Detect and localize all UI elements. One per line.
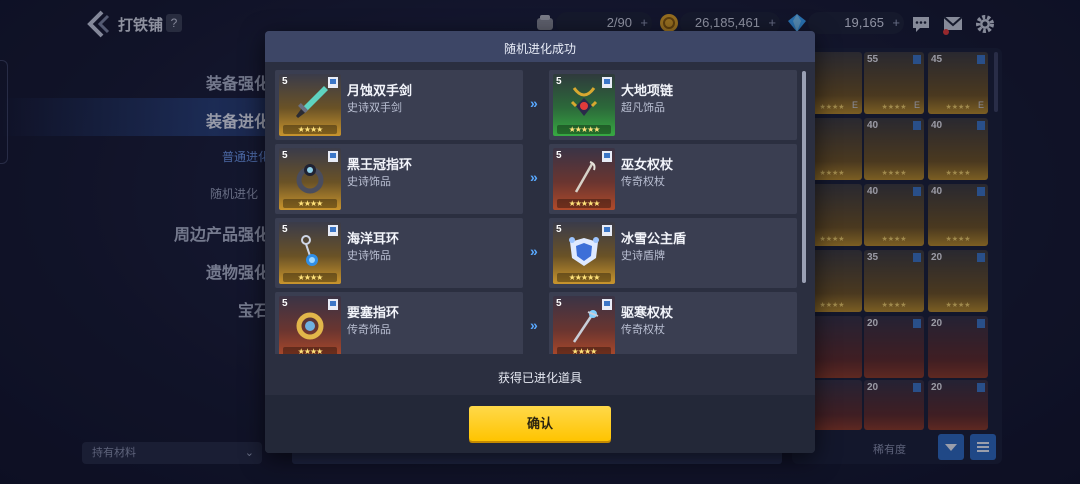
- item-name: 月蚀双手剑: [347, 83, 413, 98]
- staff-icon: [572, 310, 599, 343]
- item-name: 要塞指环: [347, 305, 400, 320]
- evolve-arrow-icon: »: [530, 243, 538, 259]
- evolve-arrow-icon: »: [530, 95, 538, 111]
- evolution-result-dialog: 随机进化成功 5 ★★★★ 月蚀双手剑 史诗双手剑 » 5 ★★★★★ 大地项链…: [265, 31, 815, 453]
- necklace-icon: [570, 87, 598, 116]
- staff-icon: [574, 161, 596, 193]
- dialog-title: 随机进化成功: [503, 42, 576, 56]
- evolve-arrow-icon: »: [530, 317, 538, 333]
- shield-icon: [569, 237, 599, 266]
- ring-icon: [296, 164, 324, 194]
- item-type: 传奇权杖: [621, 176, 665, 188]
- source-item-card[interactable]: 5 ★★★★ 海洋耳环 史诗饰品: [275, 218, 523, 288]
- item-name: 大地项链: [621, 83, 674, 98]
- evolution-result-list[interactable]: 5 ★★★★ 月蚀双手剑 史诗双手剑 » 5 ★★★★★ 大地项链 超凡饰品 5…: [273, 68, 807, 354]
- source-item-card[interactable]: 5 ★★★★ 黑王冠指环 史诗饰品: [275, 144, 523, 214]
- result-item-card[interactable]: 5 ★★★★★ 巫女权杖 传奇权杖: [549, 144, 797, 214]
- result-item-card[interactable]: 5 ★★★★★ 冰雪公主盾 史诗盾牌: [549, 218, 797, 288]
- result-message: 获得已进化道具: [497, 371, 582, 385]
- item-type: 传奇饰品: [347, 324, 391, 336]
- item-name: 黑王冠指环: [347, 157, 413, 172]
- evolve-arrow-icon: »: [530, 169, 538, 185]
- result-item-card[interactable]: 5 ★★★★ 驱寒权杖 传奇权杖: [549, 292, 797, 354]
- item-type: 传奇权杖: [621, 324, 665, 336]
- item-type: 史诗饰品: [347, 176, 391, 188]
- result-item-card[interactable]: 5 ★★★★★ 大地项链 超凡饰品: [549, 70, 797, 140]
- source-item-card[interactable]: 5 ★★★★ 要塞指环 传奇饰品: [275, 292, 523, 354]
- item-type: 史诗盾牌: [621, 250, 665, 262]
- item-thumbnail: 5 ★★★★: [279, 148, 341, 210]
- confirm-button[interactable]: 确认: [469, 406, 611, 441]
- item-name: 海洋耳环: [347, 231, 400, 246]
- item-thumbnail: 5 ★★★★★: [553, 148, 615, 210]
- item-type: 史诗饰品: [347, 250, 391, 262]
- item-type: 史诗双手剑: [347, 102, 402, 114]
- item-name: 巫女权杖: [621, 157, 674, 172]
- dialog-header: 随机进化成功: [265, 31, 815, 62]
- item-name: 驱寒权杖: [621, 305, 674, 320]
- item-thumbnail: 5 ★★★★★: [553, 74, 615, 136]
- earring-icon: [301, 235, 318, 266]
- item-thumbnail: 5 ★★★★: [279, 222, 341, 284]
- item-thumbnail: 5 ★★★★: [553, 296, 615, 354]
- greatsword-icon: [296, 86, 328, 118]
- item-thumbnail: 5 ★★★★★: [553, 222, 615, 284]
- item-thumbnail: 5 ★★★★: [279, 74, 341, 136]
- source-item-card[interactable]: 5 ★★★★ 月蚀双手剑 史诗双手剑: [275, 70, 523, 140]
- item-thumbnail: 5 ★★★★: [279, 296, 341, 354]
- item-name: 冰雪公主盾: [621, 231, 687, 246]
- item-type: 超凡饰品: [621, 102, 665, 114]
- ring-icon: [296, 312, 324, 340]
- list-scrollbar[interactable]: [802, 71, 806, 283]
